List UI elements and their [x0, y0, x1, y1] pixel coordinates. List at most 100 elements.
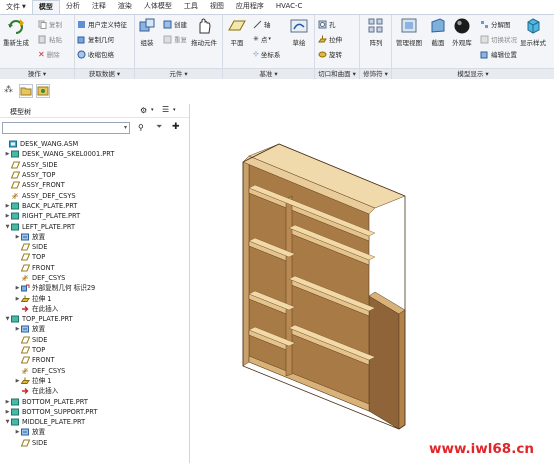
- tree-item[interactable]: ▶ BOTTOM_SUPPORT.PRT: [0, 407, 190, 417]
- file-menu[interactable]: 文件 ▼: [0, 0, 32, 14]
- toggle-status-button[interactable]: 切换状况: [480, 34, 517, 44]
- tree-item[interactable]: ▶ BACK_PLATE.PRT: [0, 201, 190, 211]
- plane-button[interactable]: 平面: [227, 17, 247, 47]
- tree-item[interactable]: ▶ BOTTOM_PLATE.PRT: [0, 396, 190, 406]
- tree-item[interactable]: ▶ 拉伸 1: [0, 293, 190, 303]
- tree-item[interactable]: ▼ MIDDLE_PLATE.PRT: [0, 417, 190, 427]
- tree-item[interactable]: ▶ DESK_WANG_SKEL0001.PRT: [0, 149, 190, 159]
- tab-tools[interactable]: 工具: [178, 0, 204, 14]
- bookshelf-model[interactable]: [191, 104, 554, 463]
- collapse-icon[interactable]: ▼: [4, 316, 11, 322]
- tree-item[interactable]: 在此插入: [0, 304, 190, 314]
- tree-item[interactable]: ▶ 放置: [0, 232, 190, 242]
- group-label-modifiers[interactable]: 修饰符 ▾: [360, 68, 391, 79]
- hole-button[interactable]: 孔: [318, 19, 336, 29]
- filter-icon[interactable]: ⏷: [156, 122, 162, 132]
- tree-item[interactable]: DEF_CSYS: [0, 366, 190, 376]
- tab-view[interactable]: 视图: [204, 0, 230, 14]
- tree-item[interactable]: ▶ RIGHT_PLATE.PRT: [0, 211, 190, 221]
- repeat-button[interactable]: 重复: [163, 34, 187, 44]
- assemble-button[interactable]: 组装: [137, 17, 157, 47]
- expand-icon[interactable]: ▶: [4, 151, 11, 157]
- tree-item[interactable]: ASSY_DEF_CSYS: [0, 190, 190, 200]
- group-label-datum[interactable]: 基准 ▾: [223, 68, 314, 79]
- shrinkwrap-button[interactable]: 收缩包络: [77, 49, 114, 59]
- group-label-get-data[interactable]: 获取数据 ▾: [75, 68, 134, 79]
- tree-item[interactable]: ▶ 放置: [0, 427, 190, 437]
- tree-item[interactable]: ▶ 外部复制几何 标识29: [0, 283, 190, 293]
- tree-item[interactable]: FRONT: [0, 355, 190, 365]
- tab-render[interactable]: 渲染: [112, 0, 138, 14]
- tree-item[interactable]: SIDE: [0, 438, 190, 448]
- pattern-button[interactable]: 阵列: [366, 17, 386, 47]
- find-icon[interactable]: ⚲: [138, 123, 144, 132]
- delete-button[interactable]: ✕ 删除: [38, 49, 60, 60]
- expand-icon[interactable]: ▶: [14, 378, 21, 384]
- tree-item[interactable]: DESK_WANG.ASM: [0, 139, 190, 149]
- drag-component-button[interactable]: 拖动元件: [191, 17, 217, 47]
- tab-annotate[interactable]: 注释: [86, 0, 112, 14]
- expand-icon[interactable]: ▶: [14, 296, 21, 302]
- exploded-view-button[interactable]: 分解图: [480, 19, 511, 29]
- expand-icon[interactable]: ▶: [14, 234, 21, 240]
- section-button[interactable]: 截面: [428, 17, 448, 47]
- tab-manikin[interactable]: 人体模型: [138, 0, 178, 14]
- copy-button[interactable]: 复制: [38, 19, 62, 29]
- sketch-button[interactable]: 草绘: [289, 17, 309, 47]
- group-label-model-display[interactable]: 模型显示 ▾: [392, 68, 554, 79]
- udf-button[interactable]: 用户定义特征: [77, 19, 127, 29]
- regenerate-button[interactable]: 重新生成: [3, 17, 29, 47]
- display-style-button[interactable]: 显示样式: [520, 17, 546, 47]
- expand-icon[interactable]: ▶: [4, 213, 11, 219]
- tree-item[interactable]: ASSY_FRONT: [0, 180, 190, 190]
- tree-item[interactable]: SIDE: [0, 242, 190, 252]
- tree-item[interactable]: TOP: [0, 345, 190, 355]
- tree-item[interactable]: 在此插入: [0, 386, 190, 396]
- expand-icon[interactable]: ▶: [4, 203, 11, 209]
- revolve-button[interactable]: 旋转: [318, 49, 342, 59]
- tree-item[interactable]: ▶ 放置: [0, 324, 190, 334]
- chevron-down-icon[interactable]: ▾: [173, 107, 176, 113]
- group-label-component[interactable]: 元件 ▾: [135, 68, 222, 79]
- graphics-viewport[interactable]: [191, 104, 554, 463]
- expand-icon[interactable]: ▶: [4, 399, 11, 405]
- point-button[interactable]: ✳ 点 ▾: [253, 34, 271, 44]
- csys-button[interactable]: ⊹ 坐标系: [253, 49, 280, 59]
- expand-icon[interactable]: ▶: [14, 285, 21, 291]
- create-button[interactable]: 创建: [163, 19, 187, 29]
- tree-item[interactable]: ASSY_TOP: [0, 170, 190, 180]
- copy-geometry-button[interactable]: 复制几何: [77, 34, 114, 44]
- tree-item[interactable]: ▼ LEFT_PLATE.PRT: [0, 221, 190, 231]
- tab-applications[interactable]: 应用程序: [230, 0, 270, 14]
- collapse-icon[interactable]: ▼: [4, 419, 11, 425]
- favorites-tab[interactable]: [36, 84, 50, 98]
- collapse-icon[interactable]: ▼: [4, 224, 11, 230]
- expand-icon[interactable]: ▶: [14, 326, 21, 332]
- edit-position-button[interactable]: 编辑位置: [480, 49, 517, 59]
- tree-item[interactable]: TOP: [0, 252, 190, 262]
- expand-icon[interactable]: ▶: [14, 429, 21, 435]
- tree-item[interactable]: SIDE: [0, 335, 190, 345]
- tree-item[interactable]: ▶ 拉伸 1: [0, 376, 190, 386]
- axis-button[interactable]: 轴: [253, 19, 271, 29]
- tree-item[interactable]: ▼ TOP_PLATE.PRT: [0, 314, 190, 324]
- tree-columns-icon[interactable]: ☰: [162, 105, 169, 114]
- tree-item[interactable]: ASSY_SIDE: [0, 160, 190, 170]
- chevron-down-icon[interactable]: ▾: [151, 107, 154, 113]
- chevron-down-icon[interactable]: ▾: [124, 123, 127, 133]
- extrude-button[interactable]: 拉伸: [318, 34, 342, 44]
- group-label-cut-surface[interactable]: 切口和曲面 ▾: [315, 68, 359, 79]
- paste-button[interactable]: 粘贴: [38, 34, 62, 44]
- tab-hvac[interactable]: HVAC-C: [270, 0, 309, 14]
- tab-model[interactable]: 模型: [31, 0, 60, 14]
- model-tree-tab-icon[interactable]: ⁂: [4, 85, 13, 95]
- group-label-operations[interactable]: 操作 ▾: [0, 68, 74, 79]
- tree-item[interactable]: FRONT: [0, 263, 190, 273]
- search-input[interactable]: ▾: [2, 122, 130, 134]
- manage-views-button[interactable]: 管理视图: [396, 17, 422, 47]
- add-column-icon[interactable]: ✚: [172, 122, 180, 132]
- tree-item[interactable]: DEF_CSYS: [0, 273, 190, 283]
- tab-analysis[interactable]: 分析: [60, 0, 86, 14]
- folder-browser-tab[interactable]: [19, 84, 33, 98]
- tree-settings-icon[interactable]: ⚙: [140, 106, 147, 115]
